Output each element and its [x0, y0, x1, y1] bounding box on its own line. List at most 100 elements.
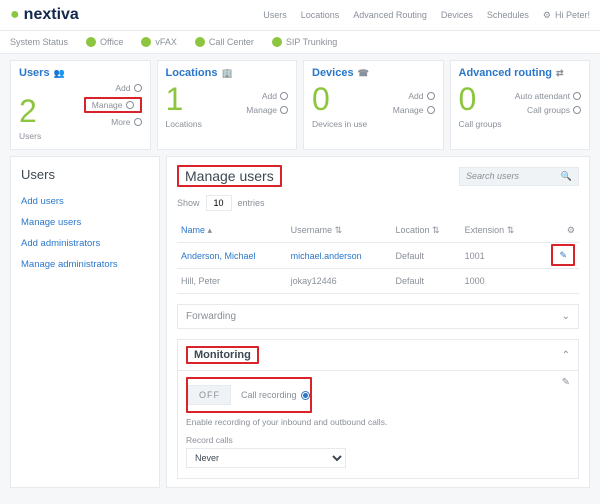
label: Call Center: [209, 37, 254, 47]
monitoring-description: Enable recording of your inbound and out…: [186, 417, 570, 427]
routing-foot: Call groups: [459, 119, 582, 129]
label: Users: [19, 67, 50, 79]
locations-manage-link[interactable]: Manage: [246, 105, 288, 115]
sip-trunking-icon: [272, 37, 282, 47]
cell-name[interactable]: Hill, Peter: [177, 269, 287, 294]
sidebar-manage-administrators[interactable]: Manage administrators: [21, 259, 149, 270]
label: Extension: [465, 225, 505, 235]
label: More: [111, 117, 130, 127]
label: Add: [408, 91, 423, 101]
col-username[interactable]: Username ⇅: [287, 219, 392, 243]
forwarding-header[interactable]: Forwarding ⌄: [178, 305, 578, 328]
plus-icon: [427, 92, 435, 100]
page-title: Manage users: [177, 165, 282, 187]
col-extension[interactable]: Extension ⇅: [461, 219, 537, 243]
subnav-office[interactable]: Office: [86, 37, 123, 47]
nav-locations[interactable]: Locations: [301, 10, 340, 20]
users-count: 2: [19, 95, 37, 127]
sidebar-add-users[interactable]: Add users: [21, 196, 149, 207]
arrow-icon: [573, 92, 581, 100]
users-add-link[interactable]: Add: [115, 83, 141, 93]
card-users: Users 👥 2 Add Manage More Users: [10, 60, 151, 150]
devices-count: 0: [312, 83, 330, 115]
card-devices-title[interactable]: Devices ☎: [312, 67, 435, 79]
record-calls-select[interactable]: Never: [186, 448, 346, 468]
nav-advanced-routing[interactable]: Advanced Routing: [353, 10, 427, 20]
edit-icon[interactable]: ✎: [562, 377, 570, 388]
col-location[interactable]: Location ⇅: [392, 219, 461, 243]
routing-call-groups-link[interactable]: Call groups: [527, 105, 581, 115]
label: Manage: [246, 105, 277, 115]
search-input[interactable]: Search users 🔍: [459, 167, 579, 186]
plus-icon: [134, 84, 142, 92]
call-recording-option[interactable]: Call recording: [241, 390, 310, 400]
sidebar-add-administrators[interactable]: Add administrators: [21, 238, 149, 249]
entries-input[interactable]: [206, 195, 232, 211]
label: Auto attendant: [515, 91, 570, 101]
devices-add-link[interactable]: Add: [408, 91, 434, 101]
brand-name: nextiva: [24, 6, 79, 24]
locations-add-link[interactable]: Add: [262, 91, 288, 101]
secondary-nav: System Status Office vFAX Call Center SI…: [0, 31, 600, 54]
cell-username[interactable]: jokay12446: [287, 269, 392, 294]
card-routing-title[interactable]: Advanced routing ⇄: [459, 67, 582, 79]
sidebar-manage-users[interactable]: Manage users: [21, 217, 149, 228]
nav-users[interactable]: Users: [263, 10, 287, 20]
cell-username[interactable]: michael.anderson: [287, 243, 392, 269]
label: Location: [396, 225, 430, 235]
users-icon: 👥: [54, 68, 65, 79]
label: Name: [181, 225, 205, 235]
cell-location: Default: [392, 243, 461, 269]
top-bar: ● nextiva Users Locations Advanced Routi…: [0, 0, 600, 31]
label: Devices: [312, 67, 354, 79]
monitoring-header[interactable]: Monitoring ⌃: [178, 340, 578, 370]
users-more-link[interactable]: More: [111, 117, 141, 127]
search-placeholder: Search users: [466, 171, 519, 181]
routing-auto-attendant-link[interactable]: Auto attendant: [515, 91, 581, 101]
monitoring-panel: Monitoring ⌃ ✎ OFF Call recording Enable…: [177, 339, 579, 479]
card-devices: Devices ☎ 0 Add Manage Devices in use: [303, 60, 444, 150]
edit-row-icon[interactable]: ✎: [559, 250, 567, 260]
users-manage-link[interactable]: Manage: [84, 97, 142, 113]
subnav-system-status[interactable]: System Status: [10, 37, 68, 47]
card-routing: Advanced routing ⇄ 0 Auto attendant Call…: [450, 60, 591, 150]
cell-location: Default: [392, 269, 461, 294]
gear-icon: ⚙: [543, 10, 551, 21]
logo-dot-icon: ●: [10, 6, 20, 24]
subnav-call-center[interactable]: Call Center: [195, 37, 254, 47]
table-row: Anderson, Michael michael.anderson Defau…: [177, 243, 579, 269]
cell-actions[interactable]: [537, 269, 579, 294]
table-row: Hill, Peter jokay12446 Default 1000: [177, 269, 579, 294]
show-prefix: Show: [177, 198, 200, 208]
sort-asc-icon: ▴: [208, 225, 213, 235]
nav-schedules[interactable]: Schedules: [487, 10, 529, 20]
col-name[interactable]: Name ▴: [177, 219, 287, 243]
chevron-down-icon: ⌄: [562, 311, 570, 322]
subnav-vfax[interactable]: vFAX: [141, 37, 177, 47]
label: Manage: [393, 105, 424, 115]
routing-icon: ⇄: [556, 68, 564, 79]
office-icon: [86, 37, 96, 47]
label: Add: [262, 91, 277, 101]
vfax-icon: [141, 37, 151, 47]
monitoring-toggle[interactable]: OFF: [188, 385, 231, 405]
subnav-sip-trunking[interactable]: SIP Trunking: [272, 37, 337, 47]
forwarding-panel: Forwarding ⌄: [177, 304, 579, 329]
search-icon: 🔍: [561, 171, 572, 182]
more-icon: [134, 118, 142, 126]
nav-devices[interactable]: Devices: [441, 10, 473, 20]
card-locations: Locations 🏢 1 Add Manage Locations: [157, 60, 298, 150]
user-greeting[interactable]: ⚙ Hi Peter!: [543, 10, 590, 21]
locations-foot: Locations: [166, 119, 289, 129]
card-users-title[interactable]: Users 👥: [19, 67, 142, 79]
cell-name[interactable]: Anderson, Michael: [177, 243, 287, 269]
sidebar-title: Users: [21, 167, 149, 182]
arrow-icon: [573, 106, 581, 114]
devices-manage-link[interactable]: Manage: [393, 105, 435, 115]
card-locations-title[interactable]: Locations 🏢: [166, 67, 289, 79]
device-icon: ☎: [358, 68, 369, 79]
users-foot: Users: [19, 131, 142, 141]
label: Office: [100, 37, 123, 47]
record-calls-field: Record calls Never: [186, 435, 346, 468]
arrow-icon: [280, 106, 288, 114]
